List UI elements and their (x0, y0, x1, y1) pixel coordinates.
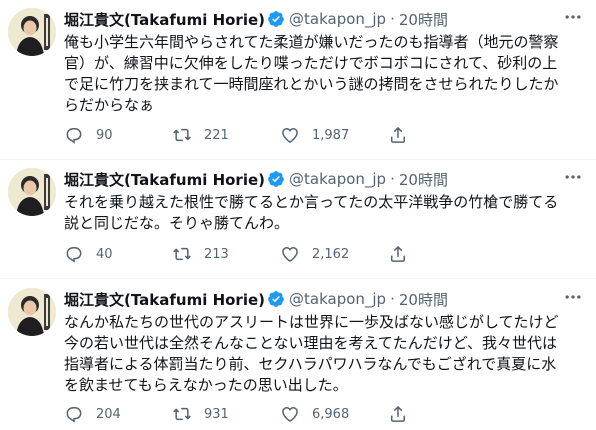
more-options-icon[interactable] (558, 162, 588, 192)
tweet-text-line: 官）が、練習中に欠伸をしたり喋っただけでボコボコにされて、砂利の上 (64, 54, 558, 72)
separator-dot: · (390, 170, 395, 188)
tweet-text: なんか私たちの世代のアスリートは世界に一歩及ばない感じがしてたけど 今の若い世代… (64, 312, 588, 396)
author-name[interactable]: 堀江貴文(Takafumi Horie) (64, 169, 265, 190)
retweet-count: 931 (204, 406, 229, 422)
author-handle[interactable]: @takapon_jp (289, 170, 386, 188)
tweet-header: 堀江貴文(Takafumi Horie) @takapon_jp · 20時間 (64, 168, 448, 190)
timestamp[interactable]: 20時間 (399, 289, 448, 310)
tweet-text-line: それを乗り越えた根性で勝てるとか言ってたの太平洋戦争の竹槍で勝てる (64, 193, 559, 211)
tweet-divider (0, 278, 596, 279)
tweet-text-line: 説と同じだな。そりゃ勝てんわ。 (64, 214, 290, 232)
like-icon (280, 125, 300, 145)
verified-badge-icon (267, 10, 285, 28)
reply-count: 40 (96, 246, 113, 262)
tweet-header: 堀江貴文(Takafumi Horie) @takapon_jp · 20時間 (64, 8, 448, 30)
like-count: 6,968 (312, 406, 350, 422)
tweet-actions: 90 221 1,987 (64, 125, 408, 145)
like-count: 1,987 (312, 127, 350, 143)
like-icon (280, 244, 300, 264)
verified-badge-icon (267, 170, 285, 188)
like-icon (280, 404, 300, 424)
avatar[interactable] (8, 288, 56, 336)
share-icon[interactable] (388, 125, 408, 145)
retweet-button[interactable]: 931 (172, 404, 280, 424)
tweet-text-line: 俺も小学生六年間やらされてた柔道が嫌いだったのも指導者（地元の警察 (64, 33, 559, 51)
tweet-text-line: らだからなぁ (64, 96, 155, 114)
retweet-button[interactable]: 213 (172, 244, 280, 264)
retweet-button[interactable]: 221 (172, 125, 280, 145)
timestamp[interactable]: 20時間 (399, 9, 448, 30)
tweet-actions: 40 213 2,162 (64, 244, 408, 264)
retweet-count: 213 (204, 246, 229, 262)
share-icon[interactable] (388, 244, 408, 264)
tweet[interactable]: 堀江貴文(Takafumi Horie) @takapon_jp · 20時間 … (0, 160, 596, 278)
like-button[interactable]: 1,987 (280, 125, 388, 145)
tweet-text-line: を飲ませてもらえなかったの思い出した。 (64, 376, 348, 394)
retweet-count: 221 (204, 127, 229, 143)
like-count: 2,162 (312, 246, 350, 262)
reply-icon (64, 404, 84, 424)
tweet-text-line: 指導者による体罰当たり前、セクハラパワハラなんでもござれで真夏に水 (64, 355, 557, 373)
tweet[interactable]: 堀江貴文(Takafumi Horie) @takapon_jp · 20時間 … (0, 0, 596, 159)
tweet-text: 俺も小学生六年間やらされてた柔道が嫌いだったのも指導者（地元の警察 官）が、練習… (64, 32, 588, 116)
tweet[interactable]: 堀江貴文(Takafumi Horie) @takapon_jp · 20時間 … (0, 280, 596, 430)
retweet-icon (172, 404, 192, 424)
like-button[interactable]: 2,162 (280, 244, 388, 264)
reply-count: 204 (96, 406, 121, 422)
reply-button[interactable]: 40 (64, 244, 172, 264)
like-button[interactable]: 6,968 (280, 404, 388, 424)
verified-badge-icon (267, 290, 285, 308)
retweet-icon (172, 244, 192, 264)
timeline: 堀江貴文(Takafumi Horie) @takapon_jp · 20時間 … (0, 0, 596, 430)
author-name[interactable]: 堀江貴文(Takafumi Horie) (64, 9, 265, 30)
reply-button[interactable]: 204 (64, 404, 172, 424)
avatar[interactable] (8, 168, 56, 216)
author-name[interactable]: 堀江貴文(Takafumi Horie) (64, 289, 265, 310)
tweet-text-line: なんか私たちの世代のアスリートは世界に一歩及ばない感じがしてたけど (64, 313, 559, 331)
tweet-text-line: で足に竹刀を挟まれて一時間座れとかいう謎の拷問をさせられたりしたか (64, 75, 559, 93)
avatar[interactable] (8, 8, 56, 56)
separator-dot: · (390, 290, 395, 308)
share-icon[interactable] (388, 404, 408, 424)
reply-icon (64, 125, 84, 145)
timestamp[interactable]: 20時間 (399, 169, 448, 190)
more-options-icon[interactable] (558, 2, 588, 32)
reply-icon (64, 244, 84, 264)
tweet-text: それを乗り越えた根性で勝てるとか言ってたの太平洋戦争の竹槍で勝てる 説と同じだな… (64, 192, 588, 234)
retweet-icon (172, 125, 192, 145)
separator-dot: · (390, 10, 395, 28)
reply-count: 90 (96, 127, 113, 143)
author-handle[interactable]: @takapon_jp (289, 10, 386, 28)
author-handle[interactable]: @takapon_jp (289, 290, 386, 308)
tweet-actions: 204 931 6,968 (64, 404, 408, 424)
more-options-icon[interactable] (558, 282, 588, 312)
tweet-text-line: 今の若い世代は全然そんなことない理由を考えてたんだけど、我々世代は (64, 334, 558, 352)
reply-button[interactable]: 90 (64, 125, 172, 145)
tweet-header: 堀江貴文(Takafumi Horie) @takapon_jp · 20時間 (64, 288, 448, 310)
